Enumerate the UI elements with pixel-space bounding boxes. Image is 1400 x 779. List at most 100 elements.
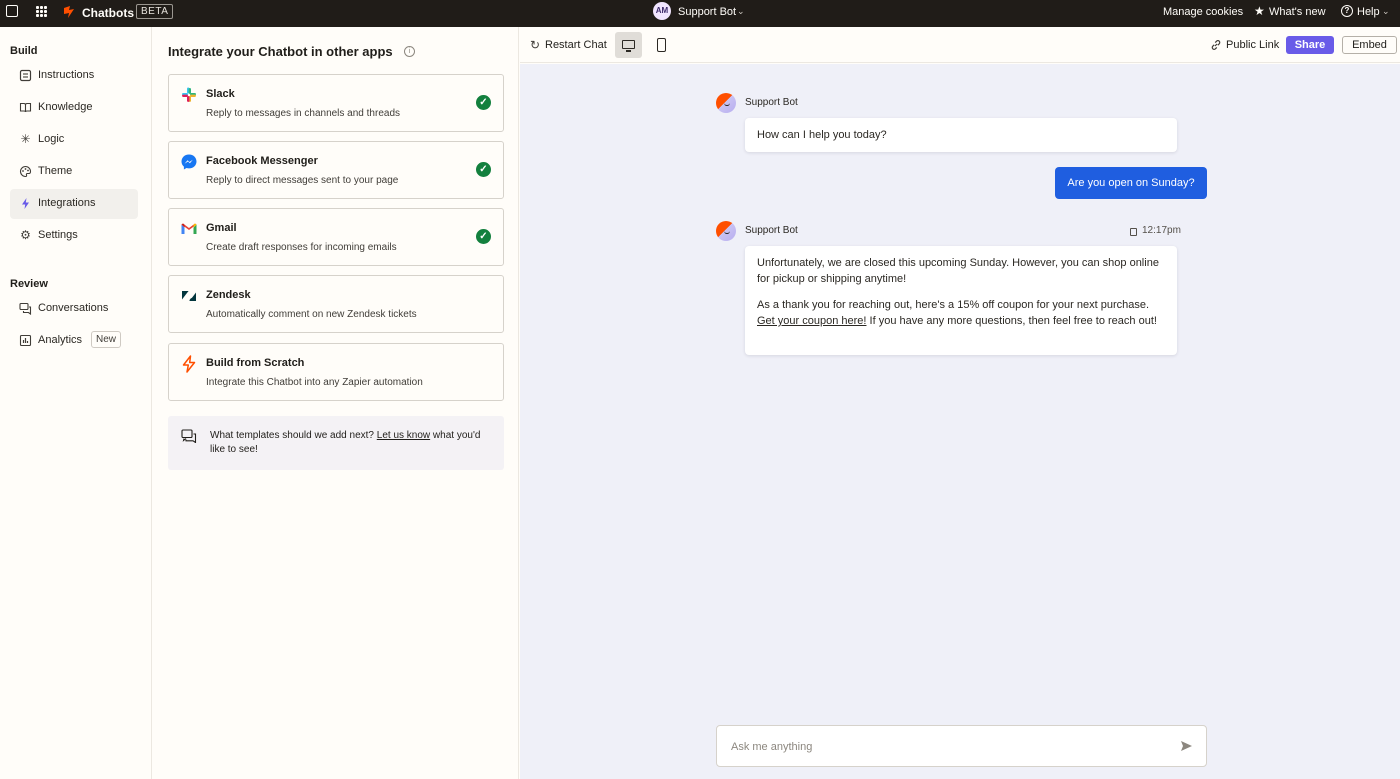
desktop-icon bbox=[622, 40, 635, 49]
message-input[interactable] bbox=[731, 737, 1151, 757]
copy-icon[interactable] bbox=[1130, 228, 1137, 236]
sidebar-item-label: Conversations bbox=[38, 302, 109, 314]
manage-cookies-link[interactable]: Manage cookies bbox=[1163, 6, 1243, 18]
bot-avatar bbox=[716, 93, 736, 113]
sidebar-item-label: Logic bbox=[38, 133, 65, 145]
info-icon[interactable]: i bbox=[404, 46, 415, 57]
zapier-logo-icon bbox=[64, 6, 74, 18]
zendesk-logo-icon bbox=[182, 291, 196, 301]
integrations-panel: Integrate your Chatbot in other apps i S… bbox=[153, 27, 519, 779]
new-badge: New bbox=[91, 331, 122, 348]
coupon-link[interactable]: Get your coupon here! bbox=[757, 315, 866, 327]
chat-input-box bbox=[716, 725, 1207, 767]
integration-card-zendesk[interactable]: Zendesk Automatically comment on new Zen… bbox=[168, 275, 504, 333]
avatar[interactable]: AM bbox=[653, 2, 671, 20]
check-icon: ✓ bbox=[476, 162, 491, 177]
app-name[interactable]: Chatbots bbox=[82, 6, 134, 20]
sidebar-item-label: Instructions bbox=[38, 69, 95, 81]
desktop-view-button[interactable] bbox=[615, 32, 642, 58]
list-icon bbox=[19, 69, 32, 82]
share-button[interactable]: Share bbox=[1286, 36, 1334, 54]
message-text: If you have any more questions, then fee… bbox=[869, 315, 1157, 327]
chevron-down-icon[interactable]: ⌄ bbox=[1382, 6, 1390, 17]
message-text: Are you open on Sunday? bbox=[1067, 177, 1195, 189]
bot-message: How can I help you today? bbox=[745, 118, 1177, 152]
book-icon bbox=[19, 102, 32, 113]
sidebar-item-theme[interactable]: Theme bbox=[10, 157, 138, 187]
link-icon bbox=[1211, 40, 1221, 50]
restart-chat-button[interactable]: Restart Chat bbox=[545, 39, 607, 51]
chart-icon bbox=[19, 334, 32, 347]
integration-name: Gmail bbox=[206, 222, 237, 234]
messenger-logo-icon bbox=[181, 154, 197, 170]
bolt-icon bbox=[22, 198, 29, 209]
beta-badge: BETA bbox=[136, 4, 174, 19]
message-timestamp: 12:17pm bbox=[1142, 225, 1181, 236]
build-section-title: Build bbox=[10, 45, 38, 57]
home-icon[interactable] bbox=[6, 5, 18, 17]
sidebar-item-instructions[interactable]: Instructions bbox=[10, 61, 138, 91]
integration-description: Integrate this Chatbot into any Zapier a… bbox=[206, 377, 423, 388]
whats-new-link[interactable]: What's new bbox=[1269, 6, 1326, 18]
integration-card-build-from-scratch[interactable]: Build from Scratch Integrate this Chatbo… bbox=[168, 343, 504, 401]
sidebar-item-label: Theme bbox=[38, 165, 73, 177]
help-menu[interactable]: Help bbox=[1357, 6, 1380, 18]
bot-avatar bbox=[716, 221, 736, 241]
sidebar-item-label: Knowledge bbox=[38, 101, 93, 113]
mobile-icon bbox=[657, 38, 666, 52]
app-grid-icon[interactable] bbox=[36, 6, 47, 17]
integration-name: Build from Scratch bbox=[206, 357, 305, 369]
preview-toolbar: ↻ Restart Chat Public Link Share Embed bbox=[520, 27, 1400, 63]
let-us-know-link[interactable]: Let us know bbox=[377, 430, 430, 441]
palette-icon bbox=[20, 165, 32, 178]
integration-name: Slack bbox=[206, 88, 235, 100]
chat-preview: Support Bot How can I help you today? Ar… bbox=[520, 64, 1400, 779]
integration-name: Facebook Messenger bbox=[206, 155, 318, 167]
message-text: As a thank you for reaching out, here's … bbox=[757, 299, 1150, 311]
gmail-logo-icon bbox=[181, 223, 197, 234]
sidebar-item-conversations[interactable]: Conversations bbox=[10, 294, 138, 324]
star-icon: ★ bbox=[1254, 4, 1265, 18]
integration-card-facebook-messenger[interactable]: Facebook Messenger Reply to direct messa… bbox=[168, 141, 504, 199]
sidebar-item-label: Integrations bbox=[38, 197, 96, 209]
sidebar-item-analytics[interactable]: Analytics New bbox=[10, 326, 138, 356]
page-title: Integrate your Chatbot in other apps bbox=[168, 44, 393, 59]
check-icon: ✓ bbox=[476, 229, 491, 244]
embed-button[interactable]: Embed bbox=[1342, 36, 1397, 54]
user-message: Are you open on Sunday? bbox=[1055, 167, 1207, 199]
help-icon: ? bbox=[1341, 5, 1353, 17]
integration-card-slack[interactable]: Slack Reply to messages in channels and … bbox=[168, 74, 504, 132]
zap-bolt-icon bbox=[182, 355, 196, 373]
sidebar-item-knowledge[interactable]: Knowledge bbox=[10, 93, 138, 123]
sparkle-icon: ✳ bbox=[20, 132, 31, 146]
integration-name: Zendesk bbox=[206, 289, 251, 301]
chevron-down-icon[interactable]: ⌄ bbox=[737, 6, 745, 17]
bot-message: Unfortunately, we are closed this upcomi… bbox=[745, 246, 1177, 355]
sidebar-item-logic[interactable]: ✳ Logic bbox=[10, 125, 138, 155]
bot-selector[interactable]: Support Bot bbox=[678, 6, 736, 18]
mobile-view-button[interactable] bbox=[648, 32, 675, 58]
top-bar: Chatbots BETA AM Support Bot ⌄ Manage co… bbox=[0, 0, 1400, 27]
integration-description: Create draft responses for incoming emai… bbox=[206, 242, 397, 253]
templates-prompt: What templates should we add next? Let u… bbox=[210, 429, 495, 457]
sidebar: Build Instructions Knowledge ✳ Logic The… bbox=[0, 27, 152, 779]
feedback-chat-icon bbox=[181, 429, 197, 443]
send-icon[interactable] bbox=[1180, 740, 1193, 752]
message-paragraph: As a thank you for reaching out, here's … bbox=[757, 297, 1165, 329]
chat-icon bbox=[19, 302, 32, 315]
integration-description: Automatically comment on new Zendesk tic… bbox=[206, 309, 417, 320]
templates-prompt-text: What templates should we add next? bbox=[210, 430, 374, 441]
integration-description: Reply to messages in channels and thread… bbox=[206, 108, 401, 119]
sidebar-item-integrations[interactable]: Integrations bbox=[10, 189, 138, 219]
restart-icon[interactable]: ↻ bbox=[530, 38, 540, 52]
sidebar-item-label: Analytics bbox=[38, 334, 83, 346]
review-section-title: Review bbox=[10, 278, 48, 290]
sidebar-item-settings[interactable]: ⚙ Settings bbox=[10, 221, 138, 251]
slack-logo-icon bbox=[182, 87, 196, 102]
public-link-button[interactable]: Public Link bbox=[1226, 39, 1279, 51]
sidebar-item-label: Settings bbox=[38, 229, 78, 241]
integration-card-gmail[interactable]: Gmail Create draft responses for incomin… bbox=[168, 208, 504, 266]
templates-feedback-box: What templates should we add next? Let u… bbox=[168, 416, 504, 470]
bot-name: Support Bot bbox=[745, 97, 798, 108]
integration-description: Reply to direct messages sent to your pa… bbox=[206, 175, 399, 186]
